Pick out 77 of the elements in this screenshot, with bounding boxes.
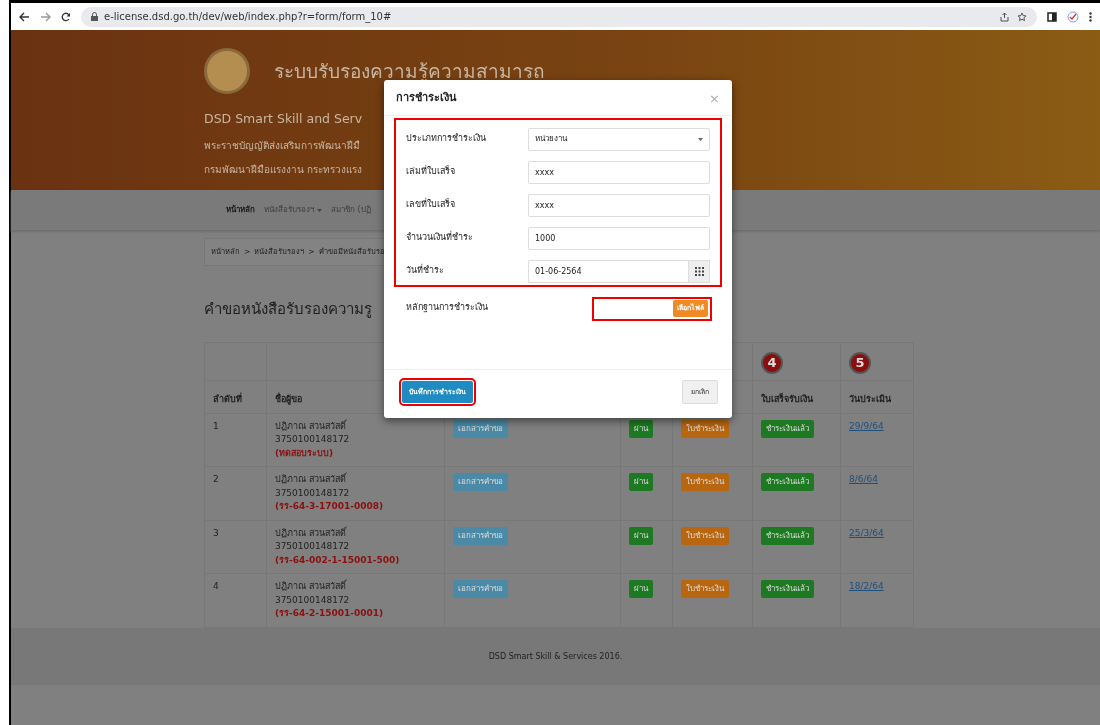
input-field[interactable]: 1000: [528, 226, 710, 250]
date-link[interactable]: 18/2/64: [849, 581, 884, 591]
step-number-badge: 4: [761, 351, 784, 374]
header-text: กรมพัฒนาฝีมือแรงงาน กระทรวงแรง: [204, 162, 363, 177]
receipt-button[interactable]: ชำระเงินแล้ว: [761, 473, 815, 491]
date-link[interactable]: 8/6/64: [849, 474, 878, 484]
grid-icon: [694, 266, 704, 276]
address-bar[interactable]: e-license.dsd.go.th/dev/web/index.php?r=form/form_10#: [81, 6, 1037, 27]
input-field[interactable]: xxxx: [528, 160, 710, 184]
column-header: ใบเสร็จรับเงิน: [761, 394, 814, 404]
national-id: 3750100148172: [274, 486, 351, 500]
field-label: วันที่ชำระ: [406, 263, 445, 277]
header-text: พระราชบัญญัติส่งเสริมการพัฒนาฝีมื: [204, 138, 360, 153]
national-id: 3750100148172: [274, 593, 351, 607]
request-code: (ทดสอบระบบ): [274, 446, 335, 460]
receipt-button[interactable]: ชำระเงินแล้ว: [761, 419, 815, 438]
caret-icon: [698, 137, 703, 141]
request-code: (รร-64-3-17001-0008): [274, 500, 385, 513]
reload-icon[interactable]: [61, 11, 71, 22]
date-link[interactable]: 25/3/64: [849, 527, 884, 538]
receipt-button[interactable]: ชำระเงินแล้ว: [761, 580, 815, 598]
document-button[interactable]: เอกสารคำขอ: [452, 526, 508, 545]
menu-icon[interactable]: [1089, 11, 1092, 22]
forward-icon[interactable]: [40, 11, 51, 22]
request-code: (รร-64-002-1-15001-500): [274, 553, 401, 567]
star-icon[interactable]: [1017, 11, 1027, 22]
field-label: จำนวนเงินที่ชำระ: [406, 230, 474, 244]
share-icon[interactable]: [1000, 11, 1009, 22]
url-text: e-license.dsd.go.th/dev/web/index.php?r=form/form_10#: [104, 10, 392, 24]
applicant-name: ปฏิภาณ สวนสวัสดิ์: [274, 526, 348, 540]
document-button[interactable]: เอกสารคำขอ: [452, 580, 508, 598]
page-heading: คำขอหนังสือรับรองความรู: [204, 300, 372, 318]
row-number: 2: [213, 474, 219, 484]
row-number: 3: [213, 527, 219, 538]
emblem-logo: [204, 48, 250, 94]
document-button[interactable]: เอกสารคำขอ: [452, 473, 508, 491]
payment-button[interactable]: ใบชำระเงิน: [681, 526, 730, 545]
applicant-name: ปฏิภาณ สวนสวัสดิ์: [274, 419, 348, 433]
field-label: เล่มที่ใบเสร็จ: [406, 164, 456, 178]
column-header: วันประเมิน: [849, 394, 891, 404]
applicant-name: ปฏิภาณ สวนสวัสดิ์: [274, 580, 348, 593]
result-button[interactable]: ผ่าน: [629, 526, 654, 545]
close-button[interactable]: ×: [709, 91, 720, 105]
nav-link[interactable]: หน้าหลัก: [226, 204, 255, 216]
national-id: 3750100148172: [274, 540, 351, 553]
request-code: (รร-64-2-15001-0001): [274, 607, 385, 620]
payment-button[interactable]: ใบชำระเงิน: [681, 580, 730, 598]
row-number: 4: [213, 581, 219, 591]
date-link[interactable]: 29/9/64: [849, 420, 884, 431]
payment-button[interactable]: ใบชำระเงิน: [681, 419, 730, 438]
document-button[interactable]: เอกสารคำขอ: [452, 419, 508, 438]
payment-button[interactable]: ใบชำระเงิน: [681, 473, 730, 491]
lock-icon: [91, 12, 98, 21]
column-header: ชื่อผู้ขอ: [274, 394, 302, 404]
site-title: ระบบรับรองความรู้ความสามารถ: [274, 58, 545, 84]
applicant-name: ปฏิภาณ สวนสวัสดิ์: [274, 473, 348, 486]
calendar-button[interactable]: [688, 259, 710, 283]
input-field[interactable]: xxxx: [528, 193, 710, 217]
field-label: หลักฐานการชำระเงิน: [406, 300, 489, 314]
site-subtitle: DSD Smart Skill and Serv: [204, 110, 363, 128]
dialog-title: การชำระเงิน: [396, 90, 457, 106]
select-field[interactable]: หน่วยงาน: [528, 127, 710, 151]
extension-icon[interactable]: [1067, 10, 1079, 23]
national-id: 3750100148172: [274, 433, 351, 446]
field-label: ประเภทการชำระเงิน: [406, 131, 487, 145]
back-icon[interactable]: [19, 11, 30, 22]
field-label: เลขที่ใบเสร็จ: [406, 197, 456, 211]
step-number-badge: 5: [849, 351, 871, 374]
result-button[interactable]: ผ่าน: [629, 473, 654, 491]
result-button[interactable]: ผ่าน: [629, 580, 654, 598]
receipt-button[interactable]: ชำระเงินแล้ว: [761, 526, 815, 545]
side-panel-icon[interactable]: [1047, 11, 1057, 22]
row-number: 1: [213, 420, 219, 431]
date-field[interactable]: 01-06-2564: [528, 259, 688, 283]
column-header: ลำดับที่: [213, 394, 242, 404]
footer-text: DSD Smart Skill & Services 2016.: [488, 650, 623, 663]
result-button[interactable]: ผ่าน: [629, 419, 654, 438]
